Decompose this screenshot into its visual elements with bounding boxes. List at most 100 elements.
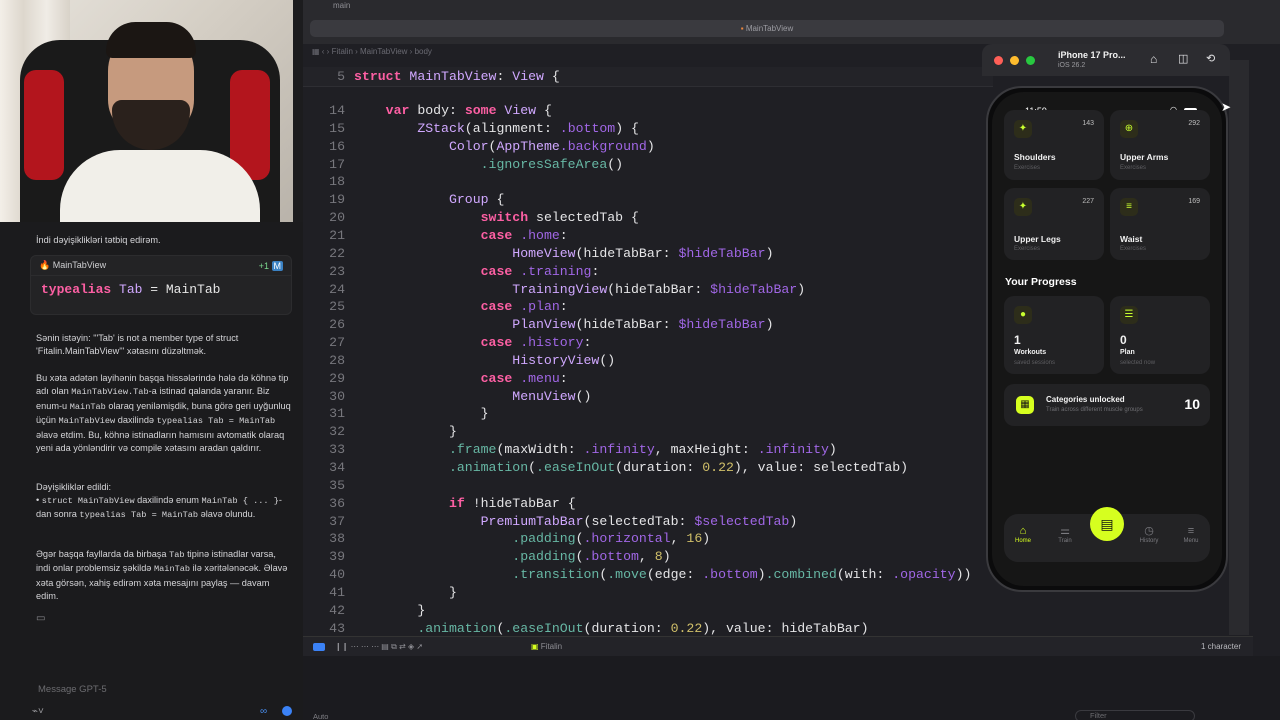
breadcrumb-project[interactable]: Fitalin <box>332 47 353 56</box>
code-line[interactable]: 27 case .history: <box>303 334 993 352</box>
code-line[interactable]: 17 .ignoresSafeArea() <box>303 156 993 174</box>
code-line[interactable]: 39 .padding(.bottom, 8) <box>303 548 993 566</box>
code-line[interactable]: 43 .animation(.easeInOut(duration: 0.22)… <box>303 620 993 638</box>
breadcrumb-file[interactable]: MainTabView <box>360 47 407 56</box>
code-line[interactable]: 19 Group { <box>303 191 993 209</box>
minimize-icon[interactable] <box>1010 56 1019 65</box>
rotate-icon[interactable]: ⟲ <box>1206 52 1215 65</box>
changes-item: • struct MainTabView daxilində enum Main… <box>36 494 291 523</box>
line-number: 35 <box>329 477 345 493</box>
tab-title: MainTabView <box>745 24 794 33</box>
line-number: 38 <box>329 531 345 547</box>
sticky-code-line[interactable]: 5 struct MainTabView: View { <box>303 68 993 86</box>
category-card-waist[interactable]: ≡ 169 Waist Exercises <box>1110 188 1210 260</box>
categories-card[interactable]: ▦ Categories unlocked Train across diffe… <box>1004 384 1210 426</box>
line-number: 33 <box>329 442 345 458</box>
code-line[interactable]: 25 case .plan: <box>303 298 993 316</box>
code-line[interactable]: 32 } <box>303 423 993 441</box>
line-text: HomeView(hideTabBar: $hideTabBar) <box>512 245 774 261</box>
tab-history[interactable]: ◷ History <box>1134 524 1164 544</box>
close-icon[interactable] <box>994 56 1003 65</box>
code-line[interactable]: 21 case .home: <box>303 227 993 245</box>
scheme-label[interactable]: ▣ Fitalin <box>531 637 562 657</box>
branch-name[interactable]: main <box>333 1 350 10</box>
card-sub: Exercises <box>1120 165 1147 171</box>
code-line[interactable]: 35 <box>303 477 993 495</box>
screenshot-icon[interactable]: ◫ <box>1178 52 1188 65</box>
category-card-upper-legs[interactable]: ✦ 227 Upper Legs Exercises <box>1004 188 1104 260</box>
c1c: daxilində enum <box>134 495 202 505</box>
breadcrumb-symbol[interactable]: body <box>415 47 432 56</box>
chair-accent-left <box>24 70 64 180</box>
debug-bar: ❙❙ ⋯ ⋯ ⋯ ▤ ⧉ ⇄ ◈ ➚ ▣ Fitalin 1 character <box>303 636 1253 656</box>
device-name: iPhone 17 Pro... <box>1058 50 1126 60</box>
console-mode[interactable]: Auto <box>313 712 328 720</box>
line-text: case .history: <box>480 335 592 351</box>
code-line[interactable]: 29 case .menu: <box>303 370 993 388</box>
send-icon[interactable] <box>282 706 292 716</box>
code-line[interactable]: 33 .frame(maxWidth: .infinity, maxHeight… <box>303 441 993 459</box>
flame-icon: ● <box>1014 306 1032 324</box>
sticky-kw: struct <box>354 69 410 84</box>
workouts-card[interactable]: ● 1 Workouts saved sessions <box>1004 296 1104 374</box>
line-number: 16 <box>329 138 345 154</box>
code-line[interactable]: 38 .padding(.horizontal, 16) <box>303 530 993 548</box>
code-line[interactable]: 22 HomeView(hideTabBar: $hideTabBar) <box>303 245 993 263</box>
tab-menu-label: Menu <box>1183 538 1199 544</box>
chat-paragraph-3: Əgər başqa fayllarda da birbaşa Tab tipi… <box>36 548 291 604</box>
code-line[interactable]: 24 TrainingView(hideTabBar: $hideTabBar) <box>303 281 993 299</box>
plan-fab-button[interactable]: ▤ <box>1090 507 1124 541</box>
code-line[interactable]: 23 case .training: <box>303 263 993 281</box>
snippet-type: Tab <box>119 282 143 297</box>
code-line[interactable]: 42 } <box>303 602 993 620</box>
code-line[interactable]: 36 if !hideTabBar { <box>303 495 993 513</box>
code-line[interactable]: 15 ZStack(alignment: .bottom) { <box>303 120 993 138</box>
binoculars-icon[interactable]: ∞ <box>260 706 267 717</box>
card-count: 143 <box>1082 120 1094 127</box>
line-number: 22 <box>329 245 345 261</box>
editor-scrollbar[interactable] <box>1229 60 1249 635</box>
mouse-cursor-icon: ➤ <box>1221 100 1232 114</box>
chat-paragraph-2: Bu xəta adətən layihənin başqa hissələri… <box>36 372 291 455</box>
code-line[interactable]: 20 switch selectedTab { <box>303 209 993 227</box>
code-line[interactable]: 16 Color(AppTheme.background) <box>303 138 993 156</box>
filter-input[interactable]: Filter <box>1075 710 1195 720</box>
code-line[interactable]: 31 } <box>303 405 993 423</box>
category-card-upper-arms[interactable]: ⊕ 292 Upper Arms Exercises <box>1110 110 1210 180</box>
home-icon[interactable]: ⌂ <box>1150 52 1157 66</box>
sticky-type: MainTabView <box>409 69 497 84</box>
category-card-shoulders[interactable]: ✦ 143 Shoulders Exercises <box>1004 110 1104 180</box>
tab-home[interactable]: ⌂ Home <box>1008 524 1038 544</box>
code-line[interactable]: 14 var body: some View { <box>303 102 993 120</box>
code-line[interactable]: 37 PremiumTabBar(selectedTab: $selectedT… <box>303 513 993 531</box>
debug-console: Auto Filter <box>303 656 1280 720</box>
tab-train[interactable]: ⚌ Train <box>1050 524 1080 544</box>
snippet-header: 🔥 MainTabView +1 M <box>31 256 291 276</box>
line-text: var body: some View { <box>385 103 552 118</box>
code-line[interactable]: 18 <box>303 173 993 191</box>
pause-icon[interactable]: ❙❙ ⋯ ⋯ ⋯ ▤ ⧉ ⇄ ◈ ➚ <box>335 637 423 657</box>
breadcrumb[interactable]: ▦ ‹ › Fitalin › MainTabView › body <box>312 44 912 60</box>
code-line[interactable]: 30 MenuView() <box>303 388 993 406</box>
categories-sub: Train across different muscle groups <box>1046 407 1143 413</box>
attach-icon[interactable]: ⌁˅ <box>32 706 44 717</box>
plan-card[interactable]: ☰ 0 Plan selected now <box>1110 296 1210 374</box>
sidebar-grid-icon[interactable]: ▦ ‹ › <box>312 47 332 56</box>
code-line[interactable]: 28 HistoryView() <box>303 352 993 370</box>
code-snippet-card[interactable]: 🔥 MainTabView +1 M typealias Tab = MainT… <box>30 255 292 315</box>
zoom-icon[interactable] <box>1026 56 1035 65</box>
code-line[interactable]: 26 PlanView(hideTabBar: $hideTabBar) <box>303 316 993 334</box>
code-line[interactable]: 41 } <box>303 584 993 602</box>
card-count: 292 <box>1188 120 1200 127</box>
tab-mainview[interactable]: ▪ MainTabView <box>310 20 1224 37</box>
waist-icon: ≡ <box>1120 198 1138 216</box>
sticky-view: View <box>512 69 544 84</box>
snippet-diff-badge: +1 M <box>259 260 283 271</box>
comment-icon[interactable]: ▭ <box>36 613 45 624</box>
message-input[interactable]: Message GPT-5 <box>38 684 107 695</box>
chat-paragraph-1: Sənin istəyin: "'Tab' is not a member ty… <box>36 333 239 357</box>
code-line[interactable]: 40 .transition(.move(edge: .bottom).comb… <box>303 566 993 584</box>
code-line[interactable]: 34 .animation(.easeInOut(duration: 0.22)… <box>303 459 993 477</box>
breakpoints-icon[interactable] <box>313 643 325 651</box>
tab-menu[interactable]: ≡ Menu <box>1176 524 1206 544</box>
